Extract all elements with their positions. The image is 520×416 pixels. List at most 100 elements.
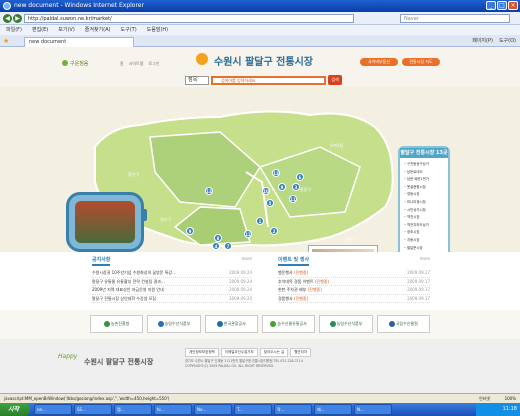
- market-list-item[interactable]: 시민상가시장: [404, 207, 429, 215]
- url-field[interactable]: http://paldal.suwon.ne.kr/market/: [24, 14, 354, 23]
- event-row[interactable]: 추석대목 경품 이벤트 (진행중) 2009.09.17: [278, 278, 430, 286]
- market-pin[interactable]: 6: [296, 173, 304, 181]
- menu-favorites[interactable]: 즐겨찾기(A): [85, 25, 111, 35]
- taskbar-item[interactable]: ne...: [34, 404, 72, 415]
- taskbar-item[interactable]: SS...: [74, 404, 112, 415]
- taskbar-item[interactable]: N...: [354, 404, 392, 415]
- notice-row[interactable]: 수원시장권 10주년기념 수원화성의 꿈방문 특강... 2009.09.24: [92, 269, 252, 278]
- market-list-item[interactable]: 남문 패션1번가: [404, 176, 429, 184]
- footer-link-email-policy[interactable]: 이메일무단수집거부: [220, 348, 258, 357]
- taskbar-item[interactable]: T...: [234, 404, 272, 415]
- market-pin[interactable]: 13: [272, 169, 280, 177]
- notice-row[interactable]: 2009년 지역 대표상인 자금운영 지원 안내 2009.09.24: [92, 286, 252, 295]
- cyber-realestate-button[interactable]: 사이버부동산: [360, 58, 398, 66]
- market-pin[interactable]: 9: [278, 183, 286, 191]
- notice-row[interactable]: 팔달구 유통물 유통활성 전략 컨설팅 결과... 2009.09.24: [92, 278, 252, 286]
- util-link-login[interactable]: 로그인: [148, 61, 159, 67]
- notice-board-title[interactable]: 공지사항: [92, 256, 111, 266]
- partner-banner[interactable]: 농림수산식품부: [319, 315, 373, 333]
- event-more-link[interactable]: more: [420, 256, 430, 261]
- start-button[interactable]: 시작: [0, 403, 30, 416]
- market-map-button[interactable]: 전통시장 지도: [402, 58, 440, 66]
- partner-banner[interactable]: 농수산물유통공사: [261, 315, 316, 333]
- market-list-item[interactable]: 미나리광시장: [404, 199, 429, 207]
- menu-view[interactable]: 보기(V): [58, 25, 75, 35]
- search-input[interactable]: 검색어를 입력하세요: [211, 75, 326, 85]
- taskbar-item[interactable]: 제...: [314, 404, 352, 415]
- taskbar-item[interactable]: No...: [194, 404, 232, 415]
- notice-row[interactable]: 팔달구 전통시장 상인대학 수강생 모집 2009.09.24: [92, 295, 252, 303]
- footer-links: 개인정보보호정책 이메일무단수집거부 찾아오시는 길 웹관리자: [185, 348, 312, 357]
- window-titlebar: new document - Windows Internet Explorer…: [0, 0, 520, 12]
- notice-more-link[interactable]: more: [242, 256, 252, 261]
- event-row-text: 추석대목 경품 이벤트: [278, 278, 314, 284]
- market-list-item[interactable]: 역전지하도상가: [404, 222, 429, 230]
- menu-file[interactable]: 파일(F): [6, 25, 22, 35]
- market-list-item[interactable]: 정조시장: [404, 229, 429, 237]
- tab-new-document[interactable]: new document: [24, 37, 134, 47]
- menu-tools[interactable]: 도구(T): [121, 25, 137, 35]
- partner-banner[interactable]: 농림수산식품부: [147, 315, 201, 333]
- taskbar-item[interactable]: hi...: [154, 404, 192, 415]
- search-button[interactable]: 검색: [328, 75, 342, 85]
- event-board-title[interactable]: 이벤트 및 행사: [278, 256, 310, 266]
- web-search-input[interactable]: Naver: [400, 14, 510, 23]
- partner-banner[interactable]: 한국관광공사: [204, 315, 258, 333]
- event-row[interactable]: 경품행사 (진행중) 2009.09.17: [278, 295, 430, 303]
- menu-edit[interactable]: 편집(E): [32, 25, 48, 35]
- event-row[interactable]: 행운행사 (진행중) 2009.09.17: [278, 269, 430, 278]
- tools-menu[interactable]: 도구(O): [499, 37, 516, 45]
- market-pin[interactable]: 1: [256, 217, 264, 225]
- market-pin[interactable]: 4: [212, 242, 220, 250]
- footer-link-webmaster[interactable]: 웹관리자: [290, 348, 312, 357]
- market-pin[interactable]: 10: [262, 187, 270, 195]
- event-row-tag: (진행중): [314, 278, 330, 284]
- favorites-star-icon[interactable]: ★: [3, 37, 9, 45]
- market-pin[interactable]: 7: [224, 242, 232, 250]
- market-list-item[interactable]: 지동시장: [404, 237, 429, 245]
- market-list-item[interactable]: 남문로데오: [404, 169, 429, 177]
- partner-banner[interactable]: 국립수산물원: [376, 315, 430, 333]
- taskbar-item[interactable]: 맵...: [114, 404, 152, 415]
- map-label-gwonseon[interactable]: 권선구: [160, 217, 171, 223]
- map-label-paldal[interactable]: 팔달구: [300, 187, 311, 193]
- util-link-sitemap[interactable]: 사이트맵: [129, 61, 144, 67]
- happy-logo-icon[interactable]: [196, 53, 208, 65]
- market-list-item[interactable]: 못골종합시장: [404, 184, 429, 192]
- maximize-button[interactable]: □: [497, 1, 507, 10]
- market-list-item[interactable]: 구천동공구상가: [404, 161, 429, 169]
- map-label-uman[interactable]: 우만1동: [330, 143, 344, 149]
- promo-tv-graphic[interactable]: [66, 192, 147, 252]
- market-pin[interactable]: 8: [214, 234, 222, 242]
- market-list-item[interactable]: 역전시장: [404, 214, 429, 222]
- taskbar-item[interactable]: 작...: [274, 404, 312, 415]
- market-pin[interactable]: 2: [270, 227, 278, 235]
- home-link[interactable]: 구운청음: [70, 60, 88, 67]
- footer-link-privacy[interactable]: 개인정보보호정책: [185, 348, 219, 357]
- market-pin[interactable]: 13: [205, 187, 213, 195]
- market-list-item[interactable]: 팔달문시장: [404, 245, 429, 253]
- partner-banner[interactable]: 농촌진흥청: [90, 315, 144, 333]
- market-list-item[interactable]: 영동시장: [404, 191, 429, 199]
- close-button[interactable]: ×: [508, 1, 518, 10]
- search-category-select[interactable]: 점목: [185, 75, 209, 85]
- map-label-yeongtong[interactable]: 영통구: [345, 237, 356, 243]
- minimize-button[interactable]: _: [486, 1, 496, 10]
- page-menu[interactable]: 페이지(P): [472, 37, 493, 45]
- util-link-home[interactable]: 홈: [120, 61, 124, 67]
- back-icon[interactable]: ◀: [3, 14, 12, 23]
- notice-row-date: 2009.09.24: [229, 287, 252, 292]
- menu-help[interactable]: 도움말(H): [147, 25, 168, 35]
- notice-board: 공지사항 more 수원시장권 10주년기념 수원화성의 꿈방문 특강... 20…: [92, 256, 252, 308]
- market-pin[interactable]: 9: [186, 227, 194, 235]
- market-pin[interactable]: 12: [244, 230, 252, 238]
- forward-icon[interactable]: ▶: [13, 14, 22, 23]
- footer-link-directions[interactable]: 찾아오시는 길: [259, 348, 289, 357]
- market-pin[interactable]: 11: [289, 195, 297, 203]
- site-title[interactable]: 수원시 팔달구 전통시장: [214, 53, 313, 68]
- home-icon[interactable]: [62, 60, 68, 66]
- market-pin[interactable]: 5: [266, 199, 274, 207]
- map-label-jangan[interactable]: 장안구: [128, 172, 139, 178]
- market-pin[interactable]: 3: [292, 183, 300, 191]
- event-row[interactable]: 현판 주차권 배부 (진행중) 2009.09.17: [278, 286, 430, 295]
